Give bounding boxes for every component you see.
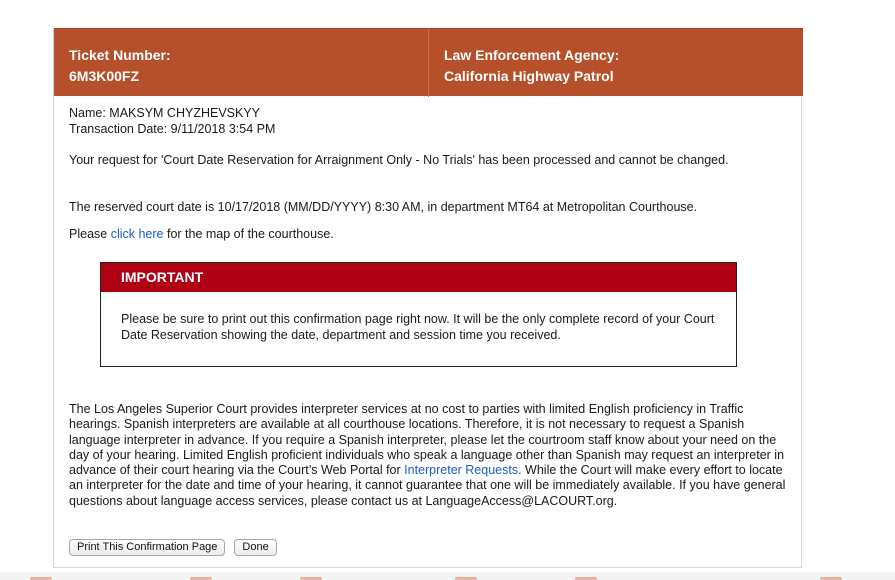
ticket-number-cell: Ticket Number: 6M3K00FZ <box>54 29 429 97</box>
agency-value: California Highway Patrol <box>444 68 614 84</box>
ticket-header: Ticket Number: 6M3K00FZ Law Enforcement … <box>54 28 803 97</box>
agency-cell: Law Enforcement Agency: California Highw… <box>429 29 803 97</box>
map-link[interactable]: click here <box>111 227 164 241</box>
interpreter-requests-link[interactable]: Interpreter Requests <box>404 463 518 477</box>
ticket-number-value: 6M3K00FZ <box>69 68 140 84</box>
page: Ticket Number: 6M3K00FZ Law Enforcement … <box>0 0 895 580</box>
processed-message: Your request for 'Court Date Reservation… <box>69 153 729 167</box>
interpreter-notice: The Los Angeles Superior Court provides … <box>69 402 791 509</box>
done-button[interactable]: Done <box>234 539 277 556</box>
party-info: Name: MAKSYM CHYZHEVSKYY Transaction Dat… <box>69 106 789 137</box>
action-buttons: Print This Confirmation Page Done <box>69 537 286 556</box>
agency-label: Law Enforcement Agency: <box>444 47 620 63</box>
important-body: Please be sure to print out this confirm… <box>121 312 715 342</box>
map-prefix: Please <box>69 227 111 241</box>
bottom-page-strip <box>0 572 895 580</box>
map-message: Please click here for the map of the cou… <box>69 225 787 244</box>
important-title: IMPORTANT <box>101 263 736 292</box>
print-confirmation-button[interactable]: Print This Confirmation Page <box>69 539 226 556</box>
reserved-date-message: The reserved court date is 10/17/2018 (M… <box>69 200 698 214</box>
name-line: Name: MAKSYM CHYZHEVSKYY <box>69 106 261 120</box>
ticket-number-label: Ticket Number: <box>69 47 171 63</box>
confirmation-card: Ticket Number: 6M3K00FZ Law Enforcement … <box>53 28 803 568</box>
important-notice: IMPORTANT Please be sure to print out th… <box>100 262 737 367</box>
map-suffix: for the map of the courthouse. <box>163 227 334 241</box>
transaction-date-line: Transaction Date: 9/11/2018 3:54 PM <box>69 121 276 136</box>
